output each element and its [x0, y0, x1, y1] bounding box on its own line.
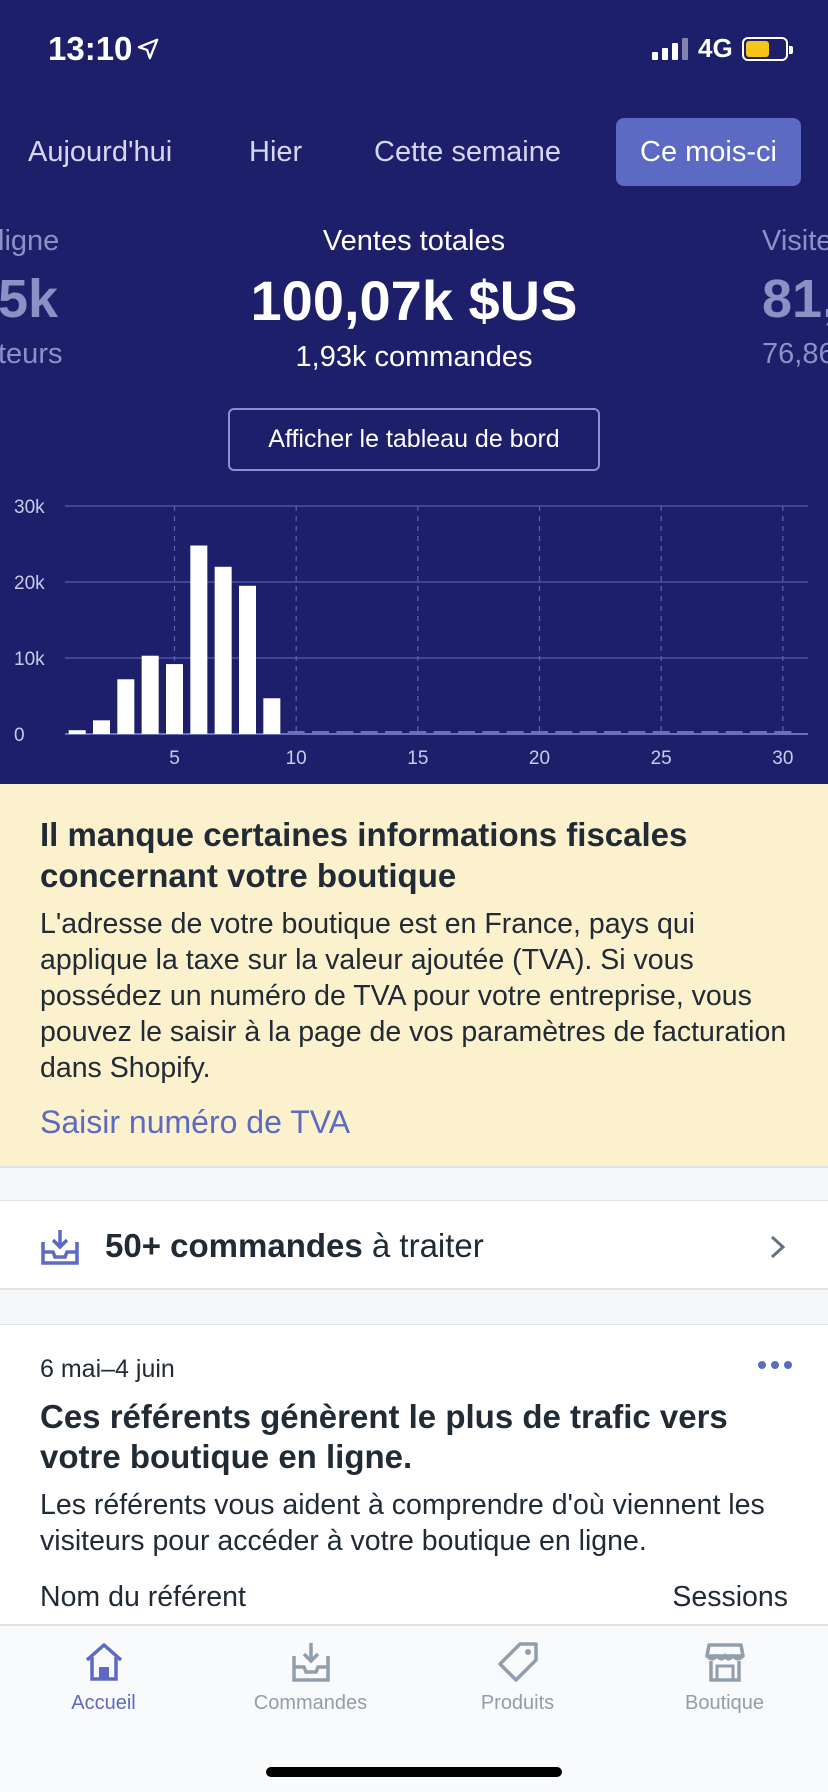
- metric-sub: 1,93k commandes: [295, 341, 533, 373]
- column-header-referrer: Nom du référent: [40, 1581, 246, 1613]
- bar: [287, 731, 305, 734]
- card-date-range: 6 mai–4 juin: [40, 1355, 175, 1383]
- home-indicator: [266, 1767, 562, 1777]
- location-arrow-icon: [137, 38, 159, 60]
- bar: [190, 545, 208, 734]
- bar: [93, 720, 110, 734]
- tab-today[interactable]: Aujourd'hui: [4, 118, 196, 186]
- banner-title: Il manque certaines informations fiscale…: [40, 816, 688, 894]
- metric-value: 81,: [762, 269, 828, 329]
- x-tick-label: 5: [169, 748, 180, 769]
- y-tick-label: 10k: [14, 649, 45, 670]
- enter-vat-link[interactable]: Saisir numéro de TVA: [40, 1104, 788, 1141]
- metric-value: 100,07k $US: [250, 269, 578, 332]
- orders-rest: à traiter: [362, 1227, 484, 1264]
- orders-to-process-row[interactable]: 50+ commandes à traiter: [0, 1200, 828, 1290]
- status-bar: 13:10 4G: [0, 0, 828, 100]
- x-tick-label: 10: [286, 748, 307, 769]
- more-options-icon[interactable]: [758, 1361, 792, 1369]
- card-title: Ces référents génèrent le plus de trafic…: [40, 1398, 728, 1475]
- metric-online-store[interactable]: ligne 5k teurs: [0, 225, 62, 371]
- home-icon: [85, 1643, 122, 1681]
- bar: [433, 731, 451, 734]
- tabbar-products[interactable]: Produits: [414, 1640, 621, 1715]
- bar: [482, 731, 500, 734]
- tab-this-month[interactable]: Ce mois-ci: [616, 118, 801, 186]
- x-tick-label: 30: [772, 748, 793, 769]
- bar: [531, 731, 548, 734]
- column-header-sessions: Sessions: [672, 1581, 788, 1613]
- sales-bar-chart: 0 10k 20k 30k 5 10 15 20 25 30: [14, 497, 808, 769]
- bar: [239, 585, 256, 734]
- bar: [263, 698, 281, 734]
- bar: [506, 731, 524, 734]
- bar: [458, 731, 475, 734]
- metric-sub: teurs: [0, 338, 63, 370]
- bar: [701, 731, 719, 734]
- tabbar-store[interactable]: Boutique: [621, 1640, 828, 1715]
- tax-info-banner: Il manque certaines informations fiscale…: [0, 784, 828, 1168]
- bar: [166, 664, 183, 734]
- y-tick-label: 0: [14, 725, 25, 746]
- tabbar-label: Boutique: [685, 1692, 764, 1714]
- bar: [336, 731, 354, 734]
- tabbar-label: Accueil: [71, 1692, 136, 1714]
- store-icon: [704, 1643, 745, 1682]
- bar: [117, 679, 135, 734]
- orders-text: 50+ commandes à traiter: [105, 1201, 484, 1291]
- tabbar-home[interactable]: Accueil: [0, 1640, 207, 1715]
- metric-sub: 76,86: [762, 338, 828, 370]
- bar: [409, 731, 427, 734]
- tag-icon: [497, 1642, 538, 1682]
- tabbar-label: Commandes: [253, 1692, 368, 1714]
- bar: [555, 731, 573, 734]
- card-body: Les référents vous aident à comprendre d…: [40, 1489, 765, 1557]
- bar: [677, 731, 694, 734]
- bar: [360, 731, 378, 734]
- tab-this-week[interactable]: Cette semaine: [350, 118, 585, 186]
- bar: [214, 566, 232, 734]
- bar: [750, 731, 767, 734]
- hero-section: 13:10 4G Aujourd'hui Hier Cette semaine …: [0, 0, 828, 784]
- battery-icon: [742, 37, 793, 61]
- x-tick-label: 15: [407, 748, 428, 769]
- bar: [725, 731, 743, 734]
- bar: [141, 655, 159, 734]
- bar: [652, 731, 670, 734]
- metric-label: Ventes totales: [322, 225, 506, 257]
- y-tick-label: 20k: [14, 573, 45, 594]
- bar: [385, 731, 402, 734]
- orders-tray-icon: [41, 1230, 79, 1265]
- view-dashboard-button[interactable]: Afficher le tableau de bord: [228, 408, 600, 471]
- chevron-right-icon: [770, 1235, 786, 1259]
- bar: [774, 731, 792, 734]
- referrers-card: 6 mai–4 juin Ces référents génèrent le p…: [0, 1324, 828, 1624]
- tab-yesterday[interactable]: Hier: [225, 118, 326, 186]
- metric-label: Visite: [762, 225, 828, 257]
- period-tabs: Aujourd'hui Hier Cette semaine Ce mois-c…: [0, 118, 828, 186]
- bar: [68, 730, 86, 734]
- x-tick-label: 20: [529, 748, 550, 769]
- banner-body: L'adresse de votre boutique est en Franc…: [40, 908, 787, 1084]
- tabbar-orders[interactable]: Commandes: [207, 1640, 414, 1715]
- tabbar-label: Produits: [480, 1692, 555, 1714]
- signal-icon: [652, 38, 688, 60]
- bar: [312, 731, 329, 734]
- metric-label: ligne: [0, 225, 60, 257]
- x-tick-label: 25: [651, 748, 672, 769]
- orders-icon: [291, 1643, 330, 1682]
- metric-total-sales[interactable]: Ventes totales 100,07k $US 1,93k command…: [164, 225, 664, 374]
- orders-count: 50+ commandes: [105, 1227, 363, 1264]
- y-tick-label: 30k: [14, 497, 45, 518]
- status-time: 13:10: [48, 30, 133, 67]
- bar: [579, 731, 597, 734]
- metric-visits[interactable]: Visite 81, 76,86: [762, 225, 828, 371]
- metric-value: 5k: [0, 269, 59, 329]
- network-type: 4G: [698, 33, 733, 63]
- bar: [628, 731, 646, 734]
- bar: [604, 731, 621, 734]
